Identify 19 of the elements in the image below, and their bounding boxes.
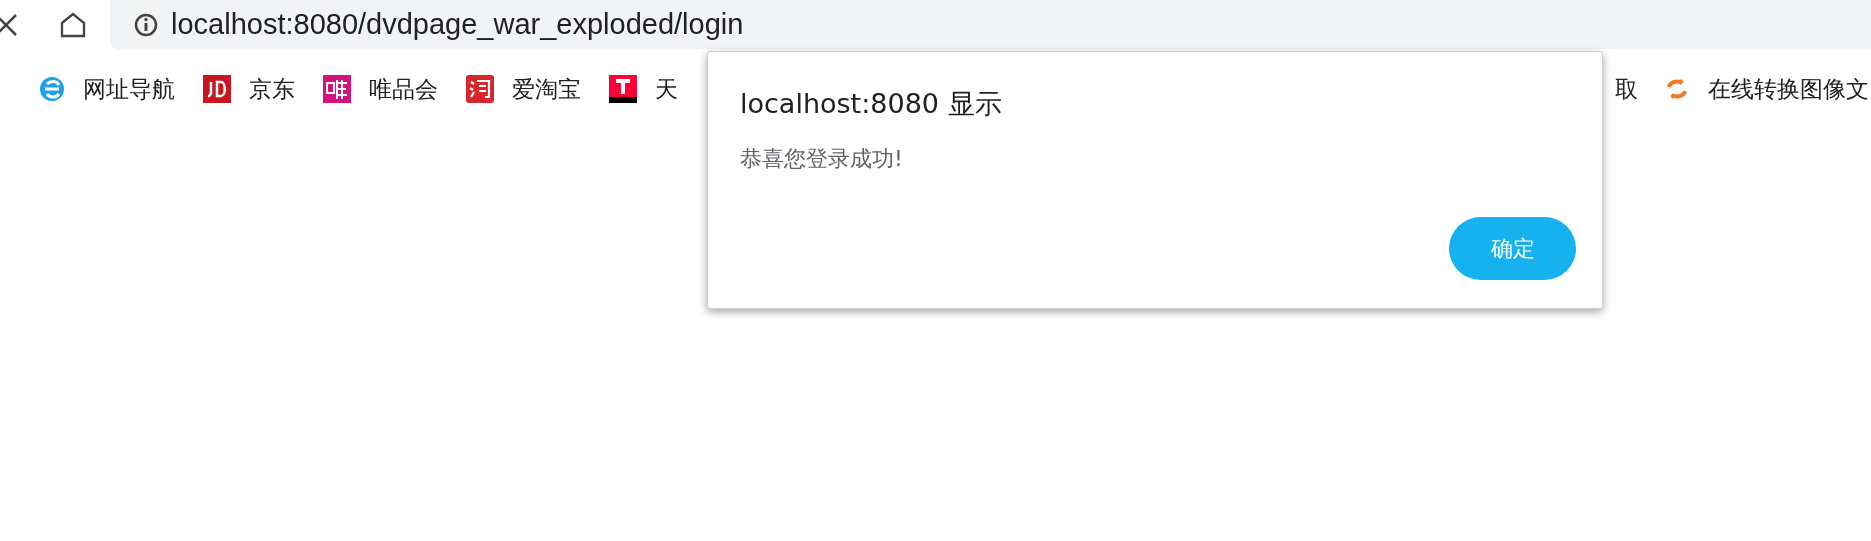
square-logo-icon (203, 75, 231, 103)
bookmark-link[interactable]: 天 (655, 73, 678, 105)
bookmark-link[interactable]: 在线转换图像文 (1708, 73, 1869, 105)
dialog-title: localhost:8080 显示 (740, 87, 1003, 121)
swap-arrows-icon (1664, 76, 1690, 102)
bookmark-link[interactable]: 取 (1615, 73, 1638, 105)
url-text: localhost:8080/dvdpage_war_exploded/login (171, 8, 744, 41)
address-bar[interactable]: localhost:8080/dvdpage_war_exploded/login (110, 0, 1871, 49)
bookmark-link[interactable]: 京东 (249, 73, 295, 105)
browser-e-icon (39, 76, 65, 102)
home-icon[interactable] (60, 11, 86, 38)
bookmark-link[interactable]: 唯品会 (369, 73, 438, 105)
bookmark-link[interactable]: 爱淘宝 (512, 73, 581, 105)
bookmark-link[interactable]: 网址导航 (83, 73, 175, 105)
square-logo-icon (466, 75, 494, 103)
close-icon[interactable] (0, 12, 18, 37)
info-icon[interactable] (134, 12, 158, 37)
square-logo-icon (323, 75, 351, 103)
dialog-message: 恭喜您登录成功! (740, 145, 904, 173)
